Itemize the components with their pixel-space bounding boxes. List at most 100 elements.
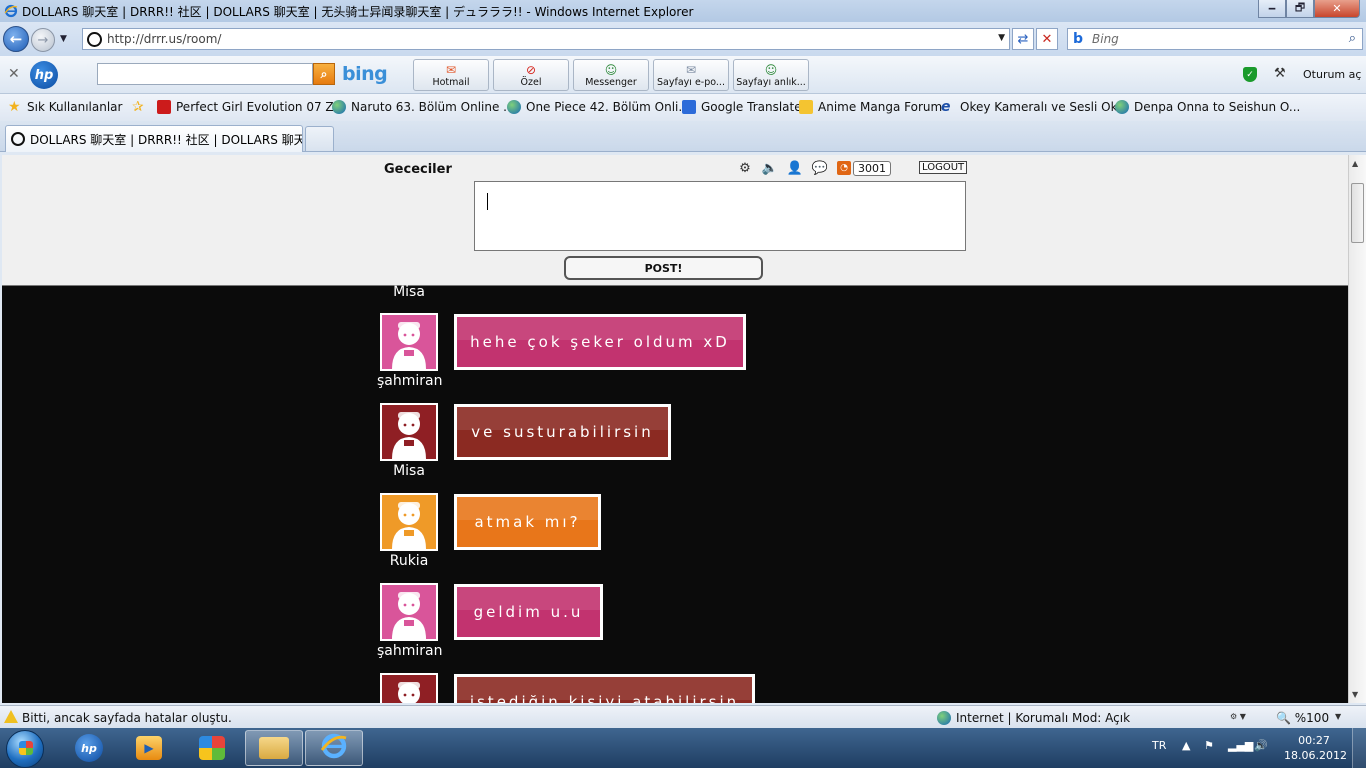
signin-link[interactable]: Oturum aç xyxy=(1303,68,1361,81)
member-counter: 3001 xyxy=(853,160,891,176)
favorites-bar: ★ Sık Kullanılanlar ✰ Perfect Girl Evolu… xyxy=(0,94,1366,121)
security-zone[interactable]: Internet | Korumalı Mod: Açık xyxy=(937,711,1130,725)
page-viewport: Gececiler ⚙ 🔈 👤 💬 ◔ 3001 LOGOUT POST! Mi… xyxy=(2,155,1348,703)
paint-icon xyxy=(199,736,225,760)
network-icon[interactable]: ▂▄▆ xyxy=(1228,739,1253,752)
favorite-link-2[interactable]: One Piece 42. Bölüm Onli... xyxy=(507,100,690,114)
messenger-icon: ☺ xyxy=(604,63,618,77)
settings-gear-icon[interactable]: ⚙ xyxy=(737,160,753,176)
tab-dollars-chat[interactable]: DOLLARS 聊天室 | DRRR!! 社区 | DOLLARS 聊天室... xyxy=(5,125,303,152)
close-button[interactable]: ✕ xyxy=(1314,0,1360,18)
globe-icon xyxy=(332,100,346,114)
address-text: http://drrr.us/room/ xyxy=(107,32,222,46)
username: Misa xyxy=(393,284,425,300)
favorite-link-6[interactable]: Denpa Onna to Seishun O... xyxy=(1115,100,1300,114)
stop-button[interactable]: ✕ xyxy=(1036,28,1058,50)
recent-pages-dropdown-icon[interactable]: ▼ xyxy=(60,34,67,44)
avatar[interactable] xyxy=(380,673,438,703)
favorite-link-4[interactable]: Anime Manga Forum xyxy=(799,100,942,114)
favorite-link-5[interactable]: e Okey Kameralı ve Sesli Ok... xyxy=(941,100,1129,114)
email-page-label: Sayfayı e-po... xyxy=(657,77,725,88)
share-page-button[interactable]: ☺ Sayfayı anlık... xyxy=(733,59,809,91)
room-name: Gececiler xyxy=(384,162,452,177)
search-input[interactable]: b Bing ⌕ xyxy=(1067,28,1363,50)
hp-toolbar: ✕ hp ⌕ bing ✉ Hotmail ⊘ Özel ☺ Messenger… xyxy=(0,56,1366,94)
favorite-link-1[interactable]: Naruto 63. Bölüm Online ... xyxy=(332,100,515,114)
scroll-up-icon[interactable]: ▲ xyxy=(1352,159,1358,168)
room-header: Gececiler ⚙ 🔈 👤 💬 ◔ 3001 LOGOUT POST! xyxy=(2,155,1348,286)
email-page-button[interactable]: ✉ Sayfayı e-po... xyxy=(653,59,729,91)
avatar[interactable] xyxy=(380,403,438,461)
message-bubble: hehe çok şeker oldum xD xyxy=(454,314,746,370)
favorite-label: Google Translate xyxy=(701,100,802,114)
site-favicon-icon xyxy=(11,132,25,146)
forward-button[interactable]: → xyxy=(31,28,55,52)
warning-icon[interactable] xyxy=(4,710,18,723)
hotmail-button[interactable]: ✉ Hotmail xyxy=(413,59,489,91)
start-button[interactable] xyxy=(6,730,44,768)
sound-icon[interactable]: 🔈 xyxy=(762,160,778,176)
hp-logo-icon[interactable]: hp xyxy=(30,61,58,89)
speech-bubble-icon[interactable]: 💬 xyxy=(812,160,828,176)
system-clock[interactable]: 00:27 18.06.2012 xyxy=(1284,733,1347,763)
favorite-label: Naruto 63. Bölüm Online ... xyxy=(351,100,515,114)
action-center-icon[interactable]: ⚑ xyxy=(1204,739,1214,752)
contacts-icon: ☺ xyxy=(764,63,778,77)
show-hidden-icons-icon[interactable]: ▲ xyxy=(1182,739,1190,752)
rss-icon[interactable]: ◔ xyxy=(837,161,851,175)
navigation-bar: ← → ▼ http://drrr.us/room/ ▼ ⇄ ✕ b Bing … xyxy=(0,22,1366,56)
address-bar[interactable]: http://drrr.us/room/ ▼ xyxy=(82,28,1010,50)
wrench-icon[interactable]: ⚒ xyxy=(1274,66,1286,81)
message-bubble: atmak mı? xyxy=(454,494,601,550)
scroll-thumb[interactable] xyxy=(1351,183,1364,243)
volume-icon[interactable]: 🔊 xyxy=(1254,739,1268,752)
private-button[interactable]: ⊘ Özel xyxy=(493,59,569,91)
taskbar-hp-app[interactable]: hp xyxy=(60,730,118,766)
favorite-link-0[interactable]: Perfect Girl Evolution 07 Z... xyxy=(157,100,345,114)
window-title: DOLLARS 聊天室 | DRRR!! 社区 | DOLLARS 聊天室 | … xyxy=(22,4,694,19)
favorites-button[interactable]: ★ Sık Kullanılanlar xyxy=(8,100,122,114)
share-page-label: Sayfayı anlık... xyxy=(736,77,806,88)
clock-time: 00:27 xyxy=(1298,734,1330,747)
messenger-button[interactable]: ☺ Messenger xyxy=(573,59,649,91)
address-dropdown-icon[interactable]: ▼ xyxy=(998,33,1005,43)
hp-icon: hp xyxy=(75,734,103,762)
hp-search-input[interactable] xyxy=(97,63,313,85)
add-ons-icon[interactable]: ⚙ ▼ xyxy=(1230,712,1246,721)
logout-button[interactable]: LOGOUT xyxy=(919,161,968,174)
show-desktop-button[interactable] xyxy=(1352,728,1366,768)
taskbar-explorer[interactable] xyxy=(245,730,303,766)
username: Rukia xyxy=(389,553,429,569)
zoom-dropdown-icon[interactable]: ▼ xyxy=(1335,712,1341,721)
clock-date: 18.06.2012 xyxy=(1284,749,1347,762)
taskbar: hp ▶ TR ▲ ⚑ ▂▄▆ 🔊 00:27 18.06.2012 xyxy=(0,728,1366,768)
scroll-down-icon[interactable]: ▼ xyxy=(1352,690,1358,699)
back-button[interactable]: ← xyxy=(3,26,29,52)
shield-icon[interactable]: ✓ xyxy=(1243,67,1257,82)
site-favicon-icon xyxy=(87,32,102,47)
post-button[interactable]: POST! xyxy=(564,256,763,280)
add-favorite-button[interactable]: ✰ xyxy=(132,100,151,114)
taskbar-internet-explorer[interactable] xyxy=(305,730,363,766)
search-icon[interactable]: ⌕ xyxy=(1349,31,1356,46)
maximize-button[interactable]: 🗗 xyxy=(1286,0,1314,18)
favorite-label: Denpa Onna to Seishun O... xyxy=(1134,100,1301,114)
avatar[interactable] xyxy=(380,583,438,641)
user-icon[interactable]: 👤 xyxy=(787,160,803,176)
compatibility-refresh-button[interactable]: ⇄ xyxy=(1012,28,1034,50)
avatar[interactable] xyxy=(380,313,438,371)
hp-search-button[interactable]: ⌕ xyxy=(313,63,335,85)
zoom-level[interactable]: 🔍 %100 xyxy=(1276,711,1329,725)
taskbar-media-player[interactable]: ▶ xyxy=(120,730,178,766)
toolbar-close-icon[interactable]: ✕ xyxy=(8,66,20,82)
minimize-button[interactable]: 🗕 xyxy=(1258,0,1286,18)
avatar[interactable] xyxy=(380,493,438,551)
language-indicator[interactable]: TR xyxy=(1152,739,1166,752)
taskbar-paint[interactable] xyxy=(183,730,241,766)
new-tab-button[interactable] xyxy=(305,126,334,151)
message-input[interactable] xyxy=(474,181,966,251)
favorite-link-3[interactable]: Google Translate xyxy=(682,100,802,114)
vertical-scrollbar[interactable]: ▲ ▼ xyxy=(1348,155,1366,703)
favorite-label: One Piece 42. Bölüm Onli... xyxy=(526,100,690,114)
hotmail-label: Hotmail xyxy=(432,77,470,88)
